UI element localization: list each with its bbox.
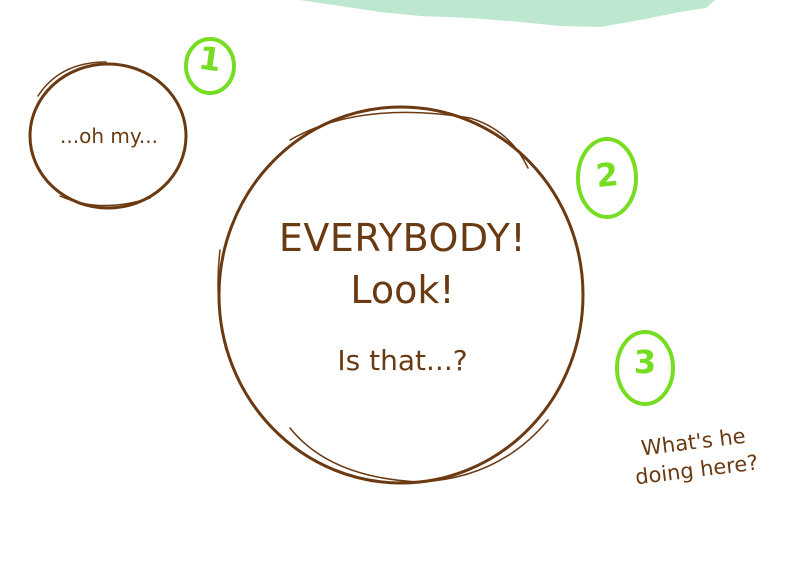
marker-number-2: 2 <box>593 154 621 196</box>
main-bubble-line-2: Look! <box>350 268 455 312</box>
marker-number-1: 1 <box>196 38 224 80</box>
small-bubble-text: ...oh my... <box>60 124 158 148</box>
marker-number-3: 3 <box>633 343 657 381</box>
top-green-shape <box>300 0 715 27</box>
main-bubble-line-3: Is that...? <box>337 344 468 377</box>
main-bubble-line-1: EVERYBODY! <box>278 216 527 260</box>
comic-panel: ...oh my... EVERYBODY! Look! Is that...?… <box>0 0 798 584</box>
